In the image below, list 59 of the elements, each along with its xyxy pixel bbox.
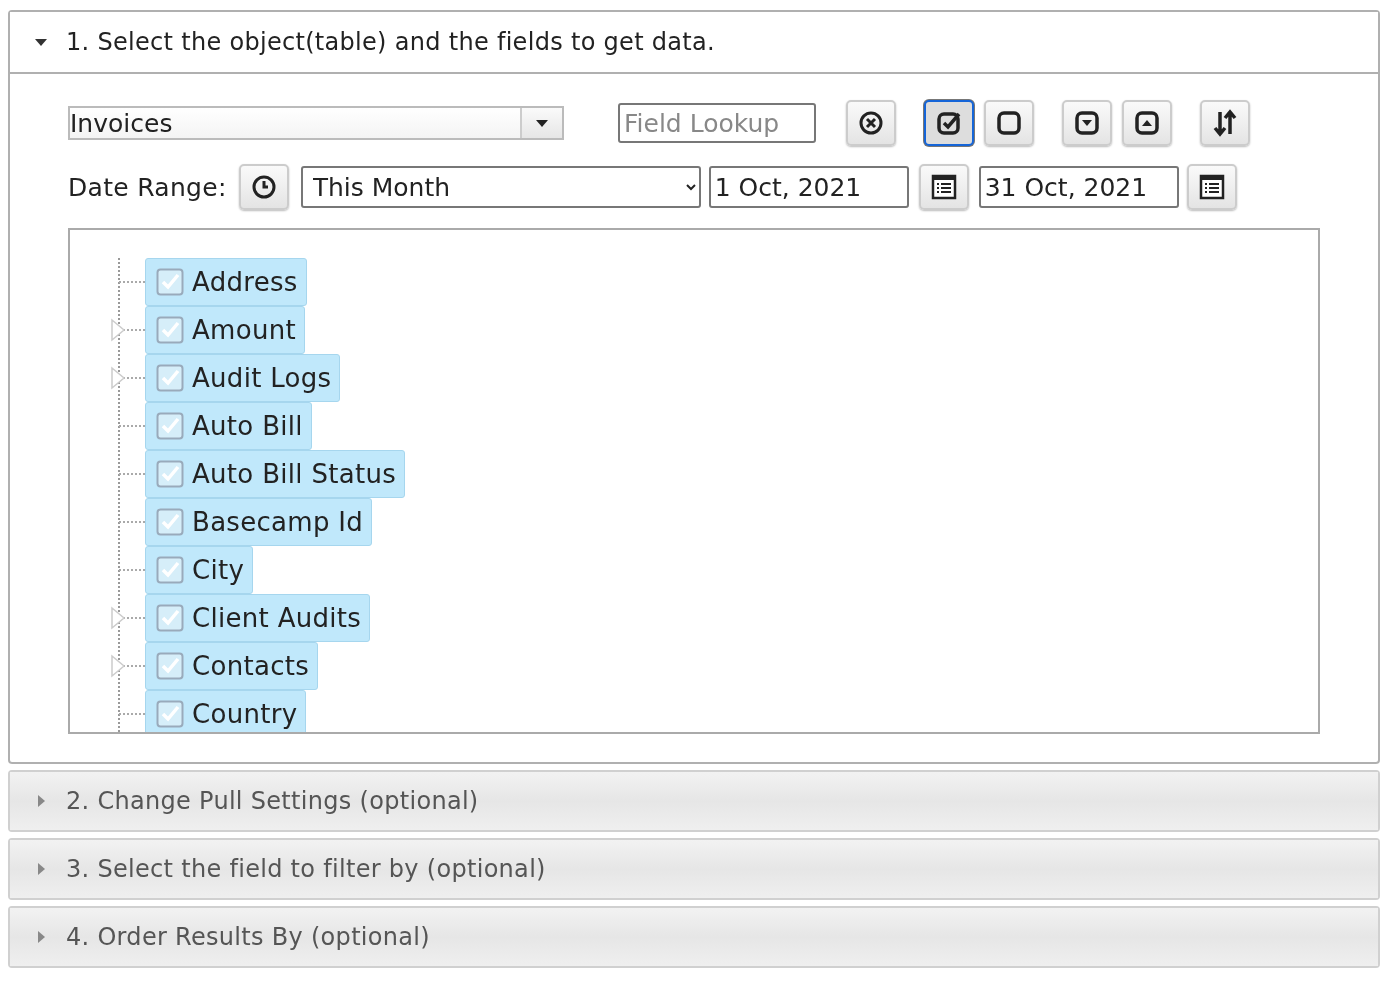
checkbox-checked-icon[interactable] — [156, 556, 184, 584]
tree-item[interactable]: Audit Logs — [145, 354, 341, 402]
uncheck-all-button[interactable] — [984, 100, 1034, 146]
tree-item[interactable]: Amount — [145, 306, 305, 354]
checkbox-checked-icon[interactable] — [156, 700, 184, 728]
checkbox-checked-icon[interactable] — [156, 604, 184, 632]
expand-all-button[interactable] — [1062, 100, 1112, 146]
sort-button[interactable] — [1200, 100, 1250, 146]
section-header[interactable]: 3. Select the field to filter by (optional) — [10, 840, 1378, 898]
tree-item[interactable]: City — [145, 546, 254, 594]
calendar-button[interactable] — [1186, 164, 1237, 210]
calendar-icon — [1198, 174, 1225, 200]
dropdown-value: Invoices — [70, 108, 174, 138]
sort-arrows-icon — [1211, 109, 1239, 137]
tree-item[interactable]: Auto Bill — [145, 402, 312, 450]
section-title: 2. Change Pull Settings (optional) — [66, 787, 479, 815]
section-header[interactable]: 1. Select the object(table) and the fields to get data. — [10, 12, 1378, 74]
checkbox-checked-icon[interactable] — [156, 460, 184, 488]
expand-arrow-icon[interactable] — [110, 318, 126, 342]
checkbox-checked-icon[interactable] — [156, 316, 184, 344]
clear-button[interactable] — [846, 100, 896, 146]
tree-item[interactable]: Basecamp Id — [145, 498, 373, 546]
section-header[interactable]: 2. Change Pull Settings (optional) — [10, 772, 1378, 830]
clock-icon — [250, 174, 277, 200]
clock-button[interactable] — [238, 164, 289, 210]
expand-all-icon — [1073, 109, 1101, 137]
checkbox-empty-icon — [995, 109, 1023, 137]
calendar-button[interactable] — [918, 164, 969, 210]
object-dropdown[interactable]: Invoices — [68, 106, 564, 140]
date-preset-select[interactable]: This Month — [300, 166, 701, 208]
end-date-input[interactable]: 31 Oct, 2021 — [978, 166, 1179, 208]
tree-item[interactable]: Contacts — [145, 642, 319, 690]
calendar-icon — [930, 174, 957, 200]
section-header[interactable]: 4. Order Results By (optional) — [10, 908, 1378, 966]
check-all-button[interactable] — [924, 100, 974, 146]
checkbox-checked-icon[interactable] — [156, 412, 184, 440]
start-date-input[interactable]: 1 Oct, 2021 — [708, 166, 909, 208]
checkbox-checked-icon[interactable] — [156, 652, 184, 680]
tree-item[interactable]: Auto Bill Status — [145, 450, 406, 498]
checkbox-checked-icon — [935, 109, 963, 137]
checkbox-checked-icon[interactable] — [156, 508, 184, 536]
tree-item[interactable]: Country — [145, 690, 307, 732]
section-title: 4. Order Results By (optional) — [66, 923, 430, 951]
field-lookup-input[interactable]: Field Lookup — [618, 103, 816, 143]
expand-arrow-icon[interactable] — [110, 654, 126, 678]
tree-item[interactable]: Client Audits — [145, 594, 371, 642]
checkbox-checked-icon[interactable] — [156, 364, 184, 392]
dropdown-button[interactable] — [520, 108, 562, 138]
date-range-label: Date Range: — [68, 172, 227, 202]
collapse-all-icon — [1133, 109, 1161, 137]
checkbox-checked-icon[interactable] — [156, 268, 184, 296]
collapse-all-button[interactable] — [1122, 100, 1172, 146]
clear-icon — [857, 109, 885, 137]
expand-arrow-icon[interactable] — [110, 606, 126, 630]
section-title: 1. Select the object(table) and the fields to get data. — [66, 28, 715, 56]
caret-icon — [535, 118, 549, 128]
tree-item[interactable]: Address — [145, 258, 307, 306]
section-title: 3. Select the field to filter by (optional) — [66, 855, 546, 883]
expand-arrow-icon[interactable] — [110, 366, 126, 390]
